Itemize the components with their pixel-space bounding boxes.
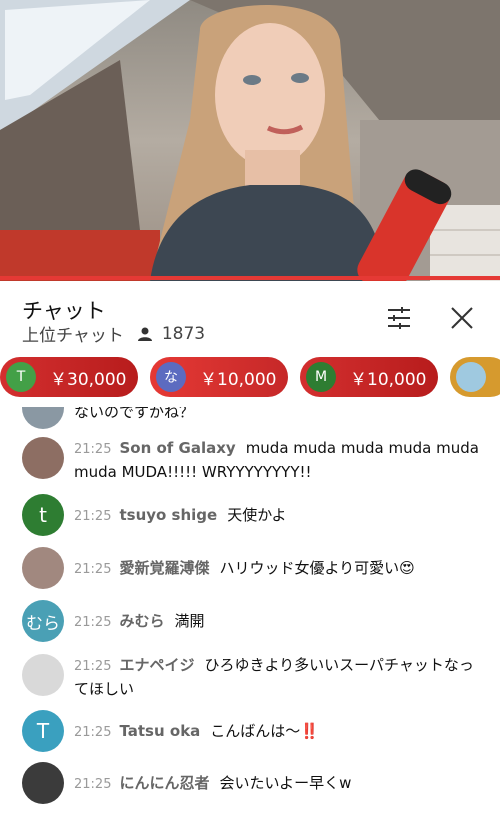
sliders-icon — [388, 307, 410, 329]
message-body: 21:25 tsuyo shige 天使かよ — [74, 504, 482, 528]
message-author: にんにん忍者 — [119, 774, 210, 792]
avatar — [22, 437, 64, 479]
message-time: 21:25 — [74, 725, 112, 740]
message-time: 21:25 — [74, 562, 112, 577]
message-body: 21:25 Son of Galaxy muda muda muda muda mu… — [74, 437, 482, 483]
message-author: みむら — [119, 612, 165, 630]
superchat-chip[interactable]: な ￥10,000 — [150, 357, 288, 397]
message-body: 21:25 愛新覚羅溥傑 ハリウッド女優より可愛い😍 — [74, 557, 482, 581]
avatar: t — [22, 494, 64, 536]
message-author: Son of Galaxy — [119, 439, 236, 457]
message-text: 満開 — [174, 612, 205, 630]
message-time: 21:25 — [74, 659, 112, 674]
chat-mode-label: 上位チャット — [22, 326, 124, 346]
message-time: 21:25 — [74, 777, 112, 792]
message-text: こんばんは〜‼️ — [210, 722, 319, 740]
avatar: T — [6, 362, 36, 392]
message-author: 愛新覚羅溥傑 — [119, 559, 210, 577]
message-body: 21:25 Tatsu oka こんばんは〜‼️ — [74, 720, 482, 744]
chat-message-list[interactable]: ないのですかね？ 21:25 Son of Galaxy muda muda mud… — [0, 407, 500, 818]
close-chat-button[interactable] — [445, 301, 479, 335]
avatar: M — [306, 362, 336, 392]
chat-header: チャット 上位チャット 1873 — [0, 281, 500, 351]
partial-message-text: ないのですかね？ — [74, 407, 195, 421]
message-time: 21:25 — [74, 442, 112, 457]
superchat-amount: ￥10,000 — [200, 369, 277, 390]
video-frame — [0, 0, 500, 281]
message-text: 天使かよ — [227, 506, 287, 524]
viewer-count: 1873 — [137, 323, 206, 344]
message-text: ハリウッド女優より可愛い😍 — [219, 559, 415, 577]
message-text: 会いたいよー早くw — [219, 774, 352, 792]
avatar — [22, 547, 64, 589]
avatar — [22, 407, 64, 429]
person-icon — [137, 327, 152, 341]
close-icon — [451, 307, 473, 329]
avatar — [22, 654, 64, 696]
message-body: 21:25 にんにん忍者 会いたいよー早くw — [74, 772, 482, 796]
superchat-chip[interactable]: T ￥30,000 — [0, 357, 138, 397]
message-body: 21:25 みむら 満開 — [74, 610, 482, 634]
superchat-amount: ￥30,000 — [50, 369, 127, 390]
superchat-chip[interactable]: M ￥10,000 — [300, 357, 438, 397]
viewer-count-value: 1873 — [161, 323, 206, 344]
message-time: 21:25 — [74, 509, 112, 524]
chat-mode-selector[interactable]: 上位チャット 1873 — [22, 321, 206, 347]
message-body: 21:25 エナペイジ ひろゆきより多いいスーパチャットなってほしい — [74, 654, 482, 700]
avatar — [22, 762, 64, 804]
avatar: むら — [22, 600, 64, 642]
avatar: T — [22, 710, 64, 752]
message-time: 21:25 — [74, 615, 112, 630]
avatar — [456, 362, 486, 392]
superchat-ticker[interactable]: T ￥30,000 な ￥10,000 M ￥10,000 — [0, 351, 500, 407]
chat-filter-button[interactable] — [382, 301, 416, 335]
avatar: な — [156, 362, 186, 392]
message-author: Tatsu oka — [119, 722, 201, 740]
video-player[interactable] — [0, 0, 500, 281]
message-author: エナペイジ — [119, 656, 195, 674]
message-author: tsuyo shige — [119, 506, 218, 524]
superchat-chip-partial[interactable] — [450, 357, 500, 397]
video-progress-bar[interactable] — [0, 276, 500, 280]
superchat-amount: ￥10,000 — [350, 369, 427, 390]
